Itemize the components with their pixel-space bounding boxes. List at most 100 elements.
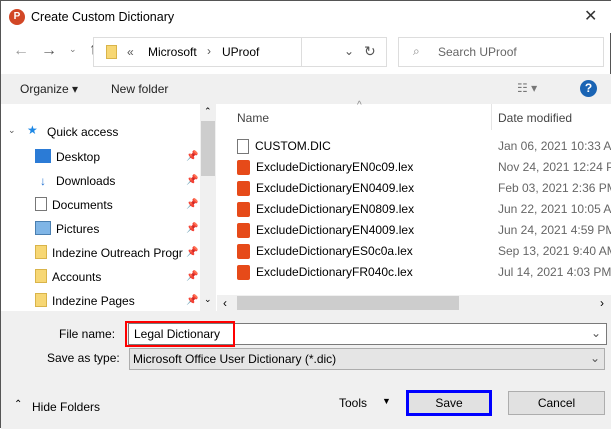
scroll-down-icon[interactable]: ⌄ bbox=[204, 294, 212, 305]
documents-icon bbox=[35, 196, 47, 214]
hide-folders-button[interactable]: Hide Folders bbox=[32, 400, 100, 414]
star-icon: ★ bbox=[27, 123, 38, 137]
file-row[interactable]: ExcludeDictionaryEN4009.lex Jun 24, 2021… bbox=[237, 220, 611, 240]
office-file-icon bbox=[237, 201, 250, 217]
file-date: Jul 14, 2021 4:03 PM bbox=[498, 265, 611, 279]
scroll-up-icon[interactable]: ⌃ bbox=[204, 106, 212, 117]
sidebar-item[interactable]: Indezine Pages bbox=[35, 291, 135, 311]
sidebar-item-label: Pictures bbox=[56, 222, 100, 236]
save-panel: File name: Legal Dictionary ⌄ Save as ty… bbox=[1, 311, 611, 429]
sidebar-item-label: Accounts bbox=[52, 270, 102, 284]
file-date: Sep 13, 2021 9:40 AM bbox=[498, 244, 611, 258]
sort-ascending-icon: ^ bbox=[357, 100, 362, 111]
chevron-down-icon[interactable]: ⌄ bbox=[590, 351, 600, 365]
file-row[interactable]: ExcludeDictionaryEN0809.lex Jun 22, 2021… bbox=[237, 199, 611, 219]
office-file-icon bbox=[237, 243, 250, 259]
toolbar: Organize ▾ New folder ☷ ▾ ? bbox=[1, 74, 611, 104]
horizontal-scrollbar[interactable]: ‹ › bbox=[217, 295, 611, 311]
help-icon[interactable]: ? bbox=[580, 80, 597, 97]
chevron-up-icon[interactable]: ⌃ bbox=[14, 399, 22, 410]
file-name-highlight bbox=[125, 321, 235, 347]
file-date: Feb 03, 2021 2:36 PM bbox=[498, 181, 611, 195]
save-type-select[interactable]: Microsoft Office User Dictionary (*.dic)… bbox=[129, 348, 605, 370]
back-icon[interactable]: ← bbox=[13, 42, 29, 60]
cancel-button[interactable]: Cancel bbox=[508, 391, 605, 415]
forward-icon[interactable]: → bbox=[41, 42, 57, 60]
folder-icon bbox=[106, 45, 117, 59]
sidebar-item-label: Downloads bbox=[56, 174, 116, 188]
close-icon[interactable]: ✕ bbox=[584, 6, 597, 26]
save-type-label: Save as type: bbox=[47, 351, 120, 365]
file-row[interactable]: ExcludeDictionaryES0c0a.lex Sep 13, 2021… bbox=[237, 241, 611, 261]
folder-icon bbox=[35, 244, 47, 262]
quick-access[interactable]: Quick access bbox=[47, 125, 118, 139]
refresh-icon[interactable]: ↻ bbox=[364, 43, 376, 60]
sidebar-item[interactable]: Indezine Outreach Progr bbox=[35, 243, 183, 263]
desktop-icon bbox=[35, 148, 51, 166]
pin-icon[interactable]: 📌 bbox=[186, 295, 198, 306]
view-options-icon[interactable]: ☷ ▾ bbox=[517, 81, 537, 95]
search-icon: ⌕ bbox=[413, 44, 420, 58]
pin-icon[interactable]: 📌 bbox=[186, 271, 198, 282]
scrollbar-thumb[interactable] bbox=[201, 121, 215, 176]
scroll-left-icon[interactable]: ‹ bbox=[223, 296, 227, 310]
file-name: ExcludeDictionaryEN0809.lex bbox=[256, 202, 415, 216]
tools-button[interactable]: Tools bbox=[339, 396, 367, 410]
overflow-icon[interactable]: « bbox=[127, 45, 134, 59]
folder-icon bbox=[35, 292, 47, 310]
scroll-right-icon[interactable]: › bbox=[600, 296, 604, 310]
file-name: ExcludeDictionaryEN4009.lex bbox=[256, 223, 415, 237]
file-name-label: File name: bbox=[59, 327, 116, 341]
pin-icon[interactable]: 📌 bbox=[186, 151, 198, 162]
file-row[interactable]: ExcludeDictionaryEN0c09.lex Nov 24, 2021… bbox=[237, 157, 611, 177]
office-file-icon bbox=[237, 222, 250, 238]
tools-dropdown-icon[interactable]: ▼ bbox=[382, 396, 391, 406]
chevron-right-icon: › bbox=[207, 44, 211, 58]
file-name: ExcludeDictionaryES0c0a.lex bbox=[256, 244, 413, 258]
file-name: ExcludeDictionaryEN0409.lex bbox=[256, 181, 415, 195]
file-row[interactable]: ExcludeDictionaryFR040c.lex Jul 14, 2021… bbox=[237, 262, 611, 282]
document-icon bbox=[237, 138, 249, 154]
save-button[interactable]: Save bbox=[406, 390, 492, 416]
file-date: Jun 22, 2021 10:05 AM bbox=[498, 202, 611, 216]
file-name: ExcludeDictionaryFR040c.lex bbox=[256, 265, 413, 279]
column-name[interactable]: Name bbox=[237, 111, 269, 125]
chevron-down-icon[interactable]: ⌄ bbox=[344, 44, 354, 58]
folder-icon bbox=[35, 268, 47, 286]
office-file-icon bbox=[237, 264, 250, 280]
file-row[interactable]: ExcludeDictionaryEN0409.lex Feb 03, 2021… bbox=[237, 178, 611, 198]
chevron-down-icon[interactable]: ⌄ bbox=[591, 326, 601, 340]
sidebar-item-label: Desktop bbox=[56, 150, 101, 164]
breadcrumb-uproof[interactable]: UProof bbox=[222, 45, 259, 59]
organize-button[interactable]: Organize ▾ bbox=[20, 82, 78, 96]
new-folder-button[interactable]: New folder bbox=[111, 82, 168, 96]
title-bar: P Create Custom Dictionary ✕ bbox=[1, 1, 611, 33]
pin-icon[interactable]: 📌 bbox=[186, 199, 198, 210]
sidebar-item-label: Documents bbox=[52, 198, 113, 212]
pictures-icon bbox=[35, 220, 51, 238]
file-name: ExcludeDictionaryEN0c09.lex bbox=[256, 160, 414, 174]
pin-icon[interactable]: 📌 bbox=[186, 247, 198, 258]
pin-icon[interactable]: 📌 bbox=[186, 223, 198, 234]
breadcrumb-microsoft[interactable]: Microsoft bbox=[148, 45, 197, 59]
expand-icon[interactable]: ⌄ bbox=[8, 125, 16, 136]
address-bar[interactable]: « Microsoft › UProof ⌄ ↻ bbox=[93, 37, 387, 67]
window-title: Create Custom Dictionary bbox=[31, 10, 175, 24]
sidebar-item-label: Indezine Pages bbox=[52, 294, 135, 308]
download-icon: ↓ bbox=[40, 174, 46, 188]
recent-chevron-icon[interactable]: ⌄ bbox=[69, 44, 77, 55]
sidebar-item[interactable]: ↓ Downloads bbox=[35, 171, 115, 191]
file-row[interactable]: CUSTOM.DIC Jan 06, 2021 10:33 AM bbox=[237, 136, 611, 156]
sidebar-item-label: Indezine Outreach Progr bbox=[52, 246, 183, 260]
office-file-icon bbox=[237, 180, 250, 196]
hscroll-thumb[interactable] bbox=[237, 296, 459, 310]
pin-icon[interactable]: 📌 bbox=[186, 175, 198, 186]
powerpoint-icon: P bbox=[9, 9, 25, 25]
sidebar-item[interactable]: Desktop bbox=[35, 147, 100, 167]
sidebar-item[interactable]: Documents bbox=[35, 195, 113, 215]
search-input[interactable]: ⌕ Search UProof bbox=[398, 37, 604, 67]
column-date-modified[interactable]: Date modified bbox=[498, 111, 572, 125]
sidebar-item[interactable]: Pictures bbox=[35, 219, 99, 239]
sidebar-item[interactable]: Accounts bbox=[35, 267, 101, 287]
file-date: Nov 24, 2021 12:24 PM bbox=[498, 160, 611, 174]
